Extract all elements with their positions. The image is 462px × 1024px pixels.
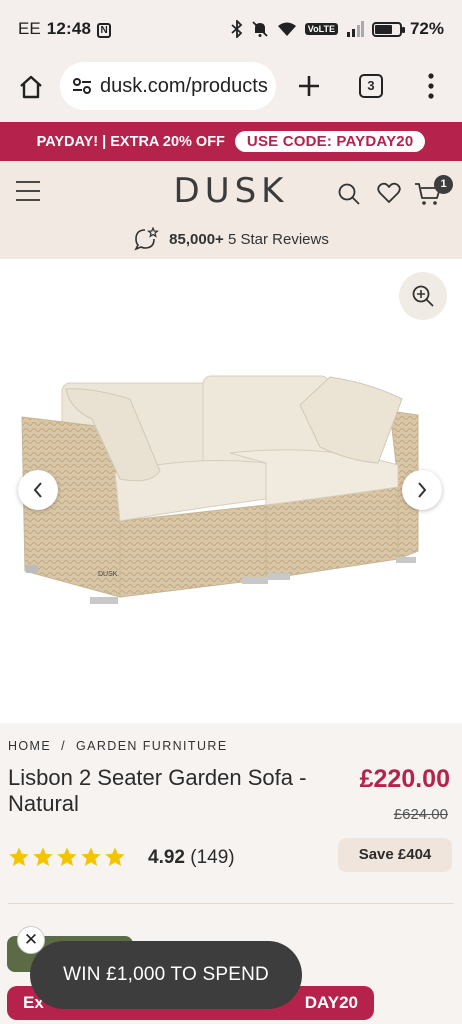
- divider: [8, 903, 454, 904]
- product-title: Lisbon 2 Seater Garden Sofa - Natural: [8, 765, 307, 816]
- toast-close-button[interactable]: ✕: [17, 926, 45, 954]
- home-icon[interactable]: [18, 74, 44, 100]
- carrier-label: EE: [18, 19, 41, 38]
- mute-icon: [252, 21, 268, 37]
- win-toast[interactable]: WIN £1,000 TO SPEND: [30, 941, 302, 1009]
- promo-text: PAYDAY! | EXTRA 20% OFF: [36, 133, 225, 150]
- rating-stars[interactable]: [8, 846, 126, 868]
- zoom-button[interactable]: [399, 272, 447, 320]
- status-icons: VoLTE 72%: [231, 19, 444, 39]
- breadcrumb: HOME / GARDEN FURNITURE: [8, 739, 228, 753]
- wishlist-heart-icon[interactable]: [377, 182, 401, 204]
- star-icon: [81, 847, 101, 866]
- close-icon: ✕: [23, 930, 39, 949]
- chevron-left-icon: [33, 482, 42, 498]
- cart-count-badge: 1: [434, 175, 453, 194]
- bluetooth-icon: [231, 20, 243, 38]
- star-icon: [33, 847, 53, 866]
- wifi-icon: [277, 22, 296, 36]
- new-tab-icon[interactable]: [297, 74, 321, 98]
- address-bar[interactable]: dusk.com/products: [60, 62, 276, 110]
- save-badge: Save £404: [338, 838, 452, 872]
- status-bar: EE 12:48 N VoLTE 72%: [0, 0, 462, 58]
- signal-icon: [346, 21, 364, 37]
- breadcrumb-separator: /: [61, 739, 66, 753]
- breadcrumb-category[interactable]: GARDEN FURNITURE: [76, 739, 228, 753]
- bottom-promo-right-text: DAY20: [304, 993, 358, 1012]
- reviews-count: 85,000+: [169, 230, 224, 248]
- star-icon: [105, 847, 125, 866]
- rating-summary[interactable]: 4.92 (149): [148, 847, 235, 869]
- star-icon: [57, 847, 77, 866]
- site-settings-icon[interactable]: [72, 77, 92, 95]
- reviews-strip[interactable]: 85,000+ 5 Star Reviews: [0, 227, 462, 251]
- product-price: £220.00: [359, 765, 450, 793]
- volte-badge: VoLTE: [304, 23, 338, 35]
- search-icon[interactable]: [337, 182, 361, 206]
- next-image-button[interactable]: [402, 470, 442, 510]
- product-image-gallery[interactable]: DUSK: [0, 259, 462, 723]
- prev-image-button[interactable]: [18, 470, 58, 510]
- breadcrumb-home[interactable]: HOME: [8, 739, 51, 753]
- image-brand-tag: DUSK: [98, 571, 118, 578]
- url-text[interactable]: dusk.com/products: [100, 75, 268, 98]
- promo-code: USE CODE: PAYDAY20: [234, 131, 426, 152]
- tab-switcher-button[interactable]: 3: [359, 74, 383, 98]
- star-icon: [9, 847, 29, 866]
- zoom-in-icon: [412, 285, 434, 307]
- reviews-label: 5 Star Reviews: [227, 230, 329, 248]
- nfc-icon: N: [97, 22, 112, 38]
- promo-banner[interactable]: PAYDAY! | EXTRA 20% OFF USE CODE: PAYDAY…: [0, 122, 462, 161]
- battery-percent: 72%: [409, 19, 444, 38]
- rating-value: 4.92: [148, 847, 185, 868]
- clock: 12:48: [46, 19, 92, 38]
- battery-icon: [371, 21, 405, 37]
- review-count: (149): [190, 847, 235, 868]
- was-price: £624.00: [393, 806, 448, 823]
- menu-icon[interactable]: [428, 72, 434, 100]
- product-image[interactable]: DUSK: [0, 259, 462, 723]
- chevron-right-icon: [418, 482, 427, 498]
- site-header: DUSK 1 85,000+ 5 Star Reviews: [0, 161, 462, 259]
- browser-toolbar: dusk.com/products 3: [0, 58, 462, 122]
- review-chat-star-icon: [134, 227, 160, 251]
